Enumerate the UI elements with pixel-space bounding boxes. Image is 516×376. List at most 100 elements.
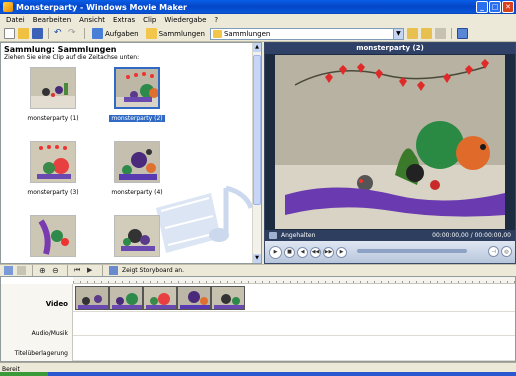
menu-file[interactable]: Datei	[6, 16, 25, 24]
menu-playback[interactable]: Wiedergabe	[164, 16, 206, 24]
stop-icon[interactable]: ■	[284, 246, 295, 258]
timeline: Video Audio/Musik Titelüberlagerung	[0, 276, 516, 362]
video-track[interactable]	[73, 284, 515, 312]
collections-folder-icon	[145, 28, 157, 39]
monitor-icon	[269, 232, 277, 239]
menu-clip[interactable]: Clip	[143, 16, 156, 24]
timeline-ruler[interactable]	[73, 277, 515, 284]
clip-item[interactable]	[23, 215, 83, 263]
narrate-icon[interactable]	[17, 266, 26, 275]
maximize-button[interactable]: □	[489, 1, 501, 13]
zoom-in-icon[interactable]: ⊕	[39, 266, 48, 275]
audio-track-label: Audio/Musik	[31, 330, 68, 337]
menu-bar: Datei Bearbeiten Ansicht Extras Clip Wie…	[0, 14, 516, 26]
toolbar-separator	[102, 265, 103, 276]
collection-pane: Sammlung: Sammlungen Ziehen Sie eine Cli…	[0, 42, 262, 264]
split-clip-icon[interactable]: ⊣	[488, 246, 499, 257]
rewind-icon[interactable]: ◀◀	[310, 246, 321, 258]
clip-thumbnail	[30, 67, 76, 109]
set-audio-levels-icon[interactable]	[4, 266, 13, 275]
clip-thumbnail	[114, 141, 160, 183]
film-music-watermark-icon	[156, 185, 254, 253]
redo-icon[interactable]: ↷	[68, 28, 79, 39]
clip-item[interactable]: monsterparty (2)	[107, 67, 167, 122]
title-overlay-track[interactable]	[73, 336, 515, 361]
tasks-label: Aufgaben	[105, 29, 139, 38]
clip-label: monsterparty (2)	[109, 115, 165, 122]
collections-label: Sammlungen	[158, 29, 205, 38]
minimize-button[interactable]: _	[476, 1, 488, 13]
playback-status-bar: Angehalten 00:00:00,00 / 00:00:00,00	[265, 230, 515, 241]
title-overlay-track-label: Titelüberlagerung	[14, 350, 68, 357]
play-icon[interactable]: ▶	[269, 245, 282, 259]
play-timeline-icon[interactable]: ▶	[87, 266, 96, 275]
tasks-icon	[92, 28, 103, 39]
clip-thumbnail	[114, 67, 160, 109]
clip-thumbnail	[30, 141, 76, 183]
menu-view[interactable]: Ansicht	[79, 16, 105, 24]
collection-select[interactable]: Sammlungen ▼	[209, 27, 404, 40]
folder-icon	[212, 29, 222, 38]
previous-frame-icon[interactable]: ◀	[297, 246, 308, 258]
cut-icon[interactable]	[434, 28, 446, 39]
menu-help[interactable]: ?	[214, 16, 218, 24]
audio-track[interactable]	[73, 312, 515, 336]
rewind-timeline-icon[interactable]: ⏮	[74, 266, 83, 275]
clip-item[interactable]: monsterparty (1)	[23, 67, 83, 122]
storyboard-icon[interactable]	[109, 266, 118, 275]
storyboard-toggle-label[interactable]: Zeigt Storyboard an.	[122, 267, 184, 274]
playback-time: 00:00:00,00 / 00:00:00,00	[432, 232, 511, 239]
toolbar-separator	[450, 28, 452, 39]
scroll-up-icon[interactable]: ▲	[253, 43, 261, 52]
timeline-clip[interactable]	[177, 286, 211, 310]
preview-screen[interactable]	[275, 55, 505, 229]
track-labels: Video Audio/Musik Titelüberlagerung	[1, 284, 73, 361]
toolbar-separator	[67, 265, 68, 276]
clip-item[interactable]: monsterparty (3)	[23, 141, 83, 196]
collection-scrollbar[interactable]: ▲ ▼	[252, 43, 261, 263]
clip-thumbnail	[30, 215, 76, 257]
clip-label: monsterparty (3)	[27, 189, 79, 196]
menu-tools[interactable]: Extras	[113, 16, 135, 24]
clip-label: monsterparty (4)	[111, 189, 163, 196]
folder-up-icon[interactable]	[406, 28, 418, 39]
timeline-clip[interactable]	[109, 286, 143, 310]
toolbar-separator	[48, 28, 49, 39]
movie-maker-app-icon	[3, 2, 13, 12]
playback-status: Angehalten	[281, 232, 316, 239]
seek-bar[interactable]	[357, 249, 467, 253]
clip-item[interactable]	[107, 215, 167, 263]
snapshot-icon[interactable]: ◎	[501, 246, 512, 257]
collections-button[interactable]: Sammlungen	[144, 28, 207, 39]
collection-title: Sammlung: Sammlungen	[4, 45, 117, 54]
zoom-out-icon[interactable]: ⊖	[52, 266, 61, 275]
preview-monitor: monsterparty (2) Angehalten 00:00:00,00 …	[264, 42, 516, 264]
collection-hint: Ziehen Sie eine Clip auf die Zeitachse u…	[4, 54, 140, 61]
taskbar	[0, 372, 516, 376]
open-folder-icon[interactable]	[18, 28, 29, 39]
forward-icon[interactable]: ▶▶	[323, 246, 334, 258]
collection-select-value: Sammlungen	[223, 29, 271, 38]
clip-thumbnail	[114, 215, 160, 257]
close-button[interactable]: ✕	[502, 1, 514, 13]
start-button[interactable]	[0, 372, 48, 376]
monitor-title: monsterparty (2)	[265, 43, 515, 54]
main-toolbar: ↶ ↷ Aufgaben Sammlungen Sammlungen ▼	[0, 26, 516, 42]
views-icon[interactable]	[456, 28, 468, 39]
new-project-icon[interactable]	[4, 28, 15, 39]
timeline-clip[interactable]	[75, 286, 109, 310]
undo-icon[interactable]: ↶	[54, 28, 65, 39]
chevron-down-icon[interactable]: ▼	[392, 28, 403, 39]
timeline-clip[interactable]	[211, 286, 245, 310]
scroll-thumb[interactable]	[253, 55, 261, 205]
timeline-clip[interactable]	[143, 286, 177, 310]
next-frame-icon[interactable]: ▶	[336, 246, 347, 258]
preview-frame	[275, 55, 505, 229]
clip-item[interactable]: monsterparty (4)	[107, 141, 167, 196]
tasks-button[interactable]: Aufgaben	[90, 28, 141, 39]
scroll-down-icon[interactable]: ▼	[253, 254, 261, 263]
new-collection-icon[interactable]	[420, 28, 432, 39]
menu-edit[interactable]: Bearbeiten	[33, 16, 71, 24]
window-title: Monsterparty - Windows Movie Maker	[16, 2, 187, 12]
save-icon[interactable]	[32, 28, 43, 39]
